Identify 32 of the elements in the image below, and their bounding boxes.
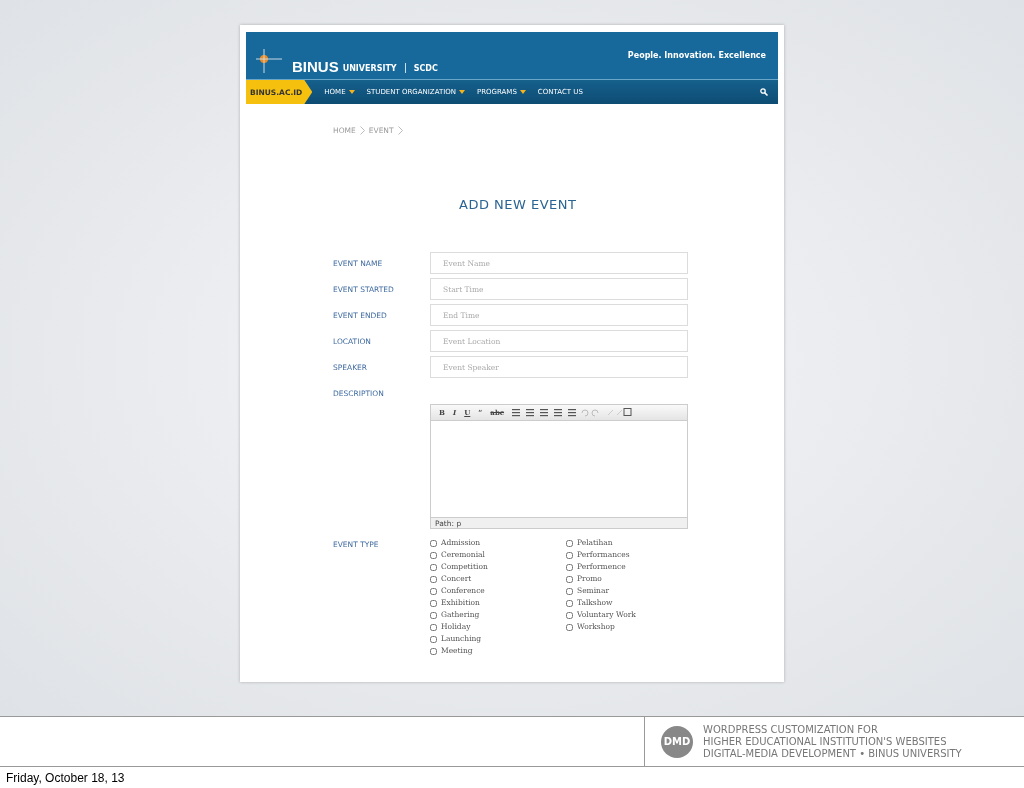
footer-text: WORDPRESS CUSTOMIZATION FOR [703, 723, 879, 736]
footer-logo: DMD [661, 725, 693, 758]
checkbox[interactable] [430, 612, 437, 619]
chevron-icon [359, 126, 365, 135]
footer-text: DIGITAL-MEDIA DEVELOPMENT • BINUS UNIVERSITY [703, 747, 962, 760]
logo-suffix: UNIVERSITY [342, 63, 397, 73]
checkbox[interactable] [430, 624, 437, 631]
checkbox[interactable] [566, 600, 573, 607]
footer-text: HIGHER EDUCATIONAL INSTITUTION'S WEBSITES [703, 735, 948, 748]
search-icon[interactable] [760, 88, 768, 96]
tagline: People. Innovation. Excellence [627, 51, 766, 60]
checkbox[interactable] [430, 588, 437, 595]
checkbox[interactable] [430, 564, 437, 571]
checkbox[interactable] [566, 552, 573, 559]
checkbox[interactable] [566, 564, 573, 571]
checkbox[interactable] [430, 576, 437, 583]
checkbox[interactable] [430, 648, 437, 655]
checkbox[interactable] [566, 540, 573, 547]
checkbox[interactable] [566, 588, 573, 595]
section-name: SCDC [413, 63, 438, 73]
slide-date: Friday, October 18, 13 [6, 771, 126, 785]
checkbox[interactable] [430, 600, 437, 607]
checkbox[interactable] [430, 552, 437, 559]
checkbox[interactable] [566, 576, 573, 583]
checkbox[interactable] [430, 540, 437, 547]
page-title: ADD NEW EVENT [459, 197, 578, 212]
checkbox[interactable] [430, 636, 437, 643]
checkbox[interactable] [566, 624, 573, 631]
format-icons-drawing[interactable] [512, 408, 633, 417]
site-logo: BINUS [292, 57, 339, 75]
chevron-icon [397, 126, 403, 135]
checkbox[interactable] [566, 612, 573, 619]
